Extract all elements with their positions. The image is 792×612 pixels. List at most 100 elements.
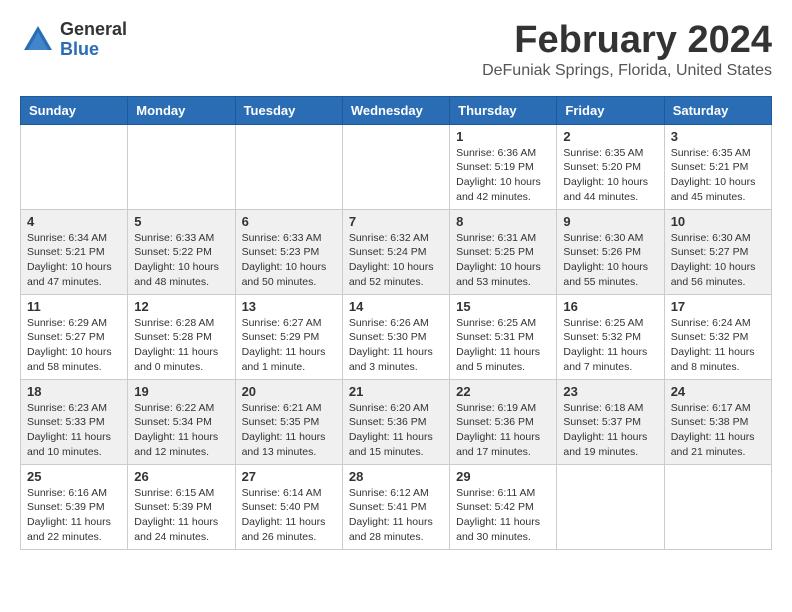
day-cell-5: 5 Sunrise: 6:33 AMSunset: 5:22 PMDaylight… [128,209,235,294]
day-number-13: 13 [242,299,336,314]
day-number-22: 22 [456,384,550,399]
logo-text: General Blue [60,20,127,60]
day-number-11: 11 [27,299,121,314]
day-number-12: 12 [134,299,228,314]
logo-icon [20,22,56,58]
day-number-25: 25 [27,469,121,484]
day-cell-10: 10 Sunrise: 6:30 AMSunset: 5:27 PMDayligh… [664,209,771,294]
day-info-26: Sunrise: 6:15 AMSunset: 5:39 PMDaylight:… [134,486,228,545]
day-info-20: Sunrise: 6:21 AMSunset: 5:35 PMDaylight:… [242,401,336,460]
empty-cell [128,124,235,209]
day-number-27: 27 [242,469,336,484]
day-number-24: 24 [671,384,765,399]
week-row-1: 4 Sunrise: 6:34 AMSunset: 5:21 PMDaylight… [21,209,772,294]
day-cell-20: 20 Sunrise: 6:21 AMSunset: 5:35 PMDayligh… [235,379,342,464]
day-info-23: Sunrise: 6:18 AMSunset: 5:37 PMDaylight:… [563,401,657,460]
empty-cell [21,124,128,209]
day-number-17: 17 [671,299,765,314]
day-cell-29: 29 Sunrise: 6:11 AMSunset: 5:42 PMDayligh… [450,464,557,549]
day-info-28: Sunrise: 6:12 AMSunset: 5:41 PMDaylight:… [349,486,443,545]
header-row: SundayMondayTuesdayWednesdayThursdayFrid… [21,96,772,124]
logo-general-text: General [60,20,127,40]
title-section: February 2024 DeFuniak Springs, Florida,… [482,20,772,80]
day-info-13: Sunrise: 6:27 AMSunset: 5:29 PMDaylight:… [242,316,336,375]
day-info-11: Sunrise: 6:29 AMSunset: 5:27 PMDaylight:… [27,316,121,375]
day-cell-11: 11 Sunrise: 6:29 AMSunset: 5:27 PMDayligh… [21,294,128,379]
day-info-6: Sunrise: 6:33 AMSunset: 5:23 PMDaylight:… [242,231,336,290]
day-info-25: Sunrise: 6:16 AMSunset: 5:39 PMDaylight:… [27,486,121,545]
day-cell-4: 4 Sunrise: 6:34 AMSunset: 5:21 PMDaylight… [21,209,128,294]
day-info-1: Sunrise: 6:36 AMSunset: 5:19 PMDaylight:… [456,146,550,205]
day-info-5: Sunrise: 6:33 AMSunset: 5:22 PMDaylight:… [134,231,228,290]
day-number-18: 18 [27,384,121,399]
day-info-22: Sunrise: 6:19 AMSunset: 5:36 PMDaylight:… [456,401,550,460]
week-row-2: 11 Sunrise: 6:29 AMSunset: 5:27 PMDayligh… [21,294,772,379]
day-info-7: Sunrise: 6:32 AMSunset: 5:24 PMDaylight:… [349,231,443,290]
day-cell-19: 19Sunrise: 6:22 AMSunset: 5:34 PMDayligh… [128,379,235,464]
day-cell-9: 9Sunrise: 6:30 AMSunset: 5:26 PMDaylight… [557,209,664,294]
header-tuesday: Tuesday [235,96,342,124]
empty-cell [342,124,449,209]
day-cell-17: 17 Sunrise: 6:24 AMSunset: 5:32 PMDayligh… [664,294,771,379]
day-cell-16: 16Sunrise: 6:25 AMSunset: 5:32 PMDayligh… [557,294,664,379]
logo: General Blue [20,20,127,60]
day-info-12: Sunrise: 6:28 AMSunset: 5:28 PMDaylight:… [134,316,228,375]
day-number-14: 14 [349,299,443,314]
day-cell-23: 23Sunrise: 6:18 AMSunset: 5:37 PMDayligh… [557,379,664,464]
day-info-4: Sunrise: 6:34 AMSunset: 5:21 PMDaylight:… [27,231,121,290]
day-number-9: 9 [563,214,657,229]
day-info-14: Sunrise: 6:26 AMSunset: 5:30 PMDaylight:… [349,316,443,375]
day-cell-1: 1 Sunrise: 6:36 AMSunset: 5:19 PMDaylight… [450,124,557,209]
day-number-3: 3 [671,129,765,144]
main-title: February 2024 [482,20,772,62]
day-number-8: 8 [456,214,550,229]
day-number-5: 5 [134,214,228,229]
day-info-18: Sunrise: 6:23 AMSunset: 5:33 PMDaylight:… [27,401,121,460]
header-monday: Monday [128,96,235,124]
day-cell-25: 25 Sunrise: 6:16 AMSunset: 5:39 PMDayligh… [21,464,128,549]
day-number-7: 7 [349,214,443,229]
day-number-19: 19 [134,384,228,399]
day-info-27: Sunrise: 6:14 AMSunset: 5:40 PMDaylight:… [242,486,336,545]
day-info-16: Sunrise: 6:25 AMSunset: 5:32 PMDaylight:… [563,316,657,375]
day-number-15: 15 [456,299,550,314]
empty-cell [235,124,342,209]
page-header: General Blue February 2024 DeFuniak Spri… [20,20,772,80]
calendar-table: SundayMondayTuesdayWednesdayThursdayFrid… [20,96,772,550]
day-cell-28: 28 Sunrise: 6:12 AMSunset: 5:41 PMDayligh… [342,464,449,549]
sub-title: DeFuniak Springs, Florida, United States [482,62,772,80]
day-cell-7: 7 Sunrise: 6:32 AMSunset: 5:24 PMDaylight… [342,209,449,294]
day-cell-12: 12 Sunrise: 6:28 AMSunset: 5:28 PMDayligh… [128,294,235,379]
day-cell-18: 18 Sunrise: 6:23 AMSunset: 5:33 PMDayligh… [21,379,128,464]
day-cell-14: 14 Sunrise: 6:26 AMSunset: 5:30 PMDayligh… [342,294,449,379]
empty-cell [557,464,664,549]
day-number-28: 28 [349,469,443,484]
day-info-17: Sunrise: 6:24 AMSunset: 5:32 PMDaylight:… [671,316,765,375]
day-info-29: Sunrise: 6:11 AMSunset: 5:42 PMDaylight:… [456,486,550,545]
header-sunday: Sunday [21,96,128,124]
day-cell-21: 21Sunrise: 6:20 AMSunset: 5:36 PMDayligh… [342,379,449,464]
day-info-10: Sunrise: 6:30 AMSunset: 5:27 PMDaylight:… [671,231,765,290]
day-cell-27: 27 Sunrise: 6:14 AMSunset: 5:40 PMDayligh… [235,464,342,549]
day-number-1: 1 [456,129,550,144]
day-cell-3: 3Sunrise: 6:35 AMSunset: 5:21 PMDaylight… [664,124,771,209]
calendar-body: 1 Sunrise: 6:36 AMSunset: 5:19 PMDaylight… [21,124,772,549]
day-number-26: 26 [134,469,228,484]
empty-cell [664,464,771,549]
week-row-4: 25 Sunrise: 6:16 AMSunset: 5:39 PMDayligh… [21,464,772,549]
calendar-header: SundayMondayTuesdayWednesdayThursdayFrid… [21,96,772,124]
day-info-2: Sunrise: 6:35 AMSunset: 5:20 PMDaylight:… [563,146,657,205]
day-number-6: 6 [242,214,336,229]
day-cell-13: 13 Sunrise: 6:27 AMSunset: 5:29 PMDayligh… [235,294,342,379]
day-number-21: 21 [349,384,443,399]
day-number-10: 10 [671,214,765,229]
day-number-29: 29 [456,469,550,484]
day-cell-15: 15Sunrise: 6:25 AMSunset: 5:31 PMDayligh… [450,294,557,379]
day-number-20: 20 [242,384,336,399]
day-number-4: 4 [27,214,121,229]
day-cell-8: 8Sunrise: 6:31 AMSunset: 5:25 PMDaylight… [450,209,557,294]
header-wednesday: Wednesday [342,96,449,124]
day-cell-26: 26 Sunrise: 6:15 AMSunset: 5:39 PMDayligh… [128,464,235,549]
week-row-3: 18 Sunrise: 6:23 AMSunset: 5:33 PMDayligh… [21,379,772,464]
day-cell-24: 24Sunrise: 6:17 AMSunset: 5:38 PMDayligh… [664,379,771,464]
